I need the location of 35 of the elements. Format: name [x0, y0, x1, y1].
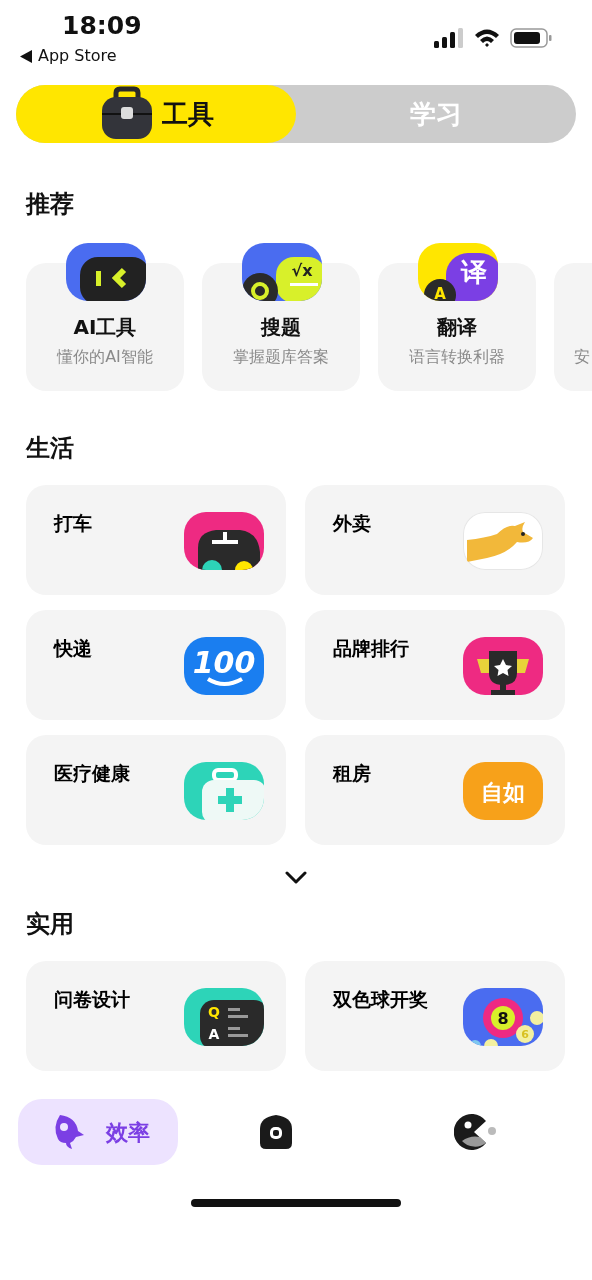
service-card[interactable]: 医疗健康: [26, 735, 286, 845]
signal-icon: [434, 28, 464, 48]
battery-icon: [510, 28, 552, 48]
wifi-icon: [474, 28, 500, 48]
back-icon: [20, 49, 32, 63]
qa-icon: Q A: [184, 988, 264, 1046]
delivery-logo-icon: 100: [184, 637, 264, 695]
lottery-balls-icon: 8 6: [463, 988, 543, 1046]
medical-kit-icon: [184, 762, 264, 820]
kangaroo-icon: [463, 512, 543, 570]
back-link[interactable]: App Store: [38, 46, 117, 66]
tool-card[interactable]: √x 搜题 掌握题库答案: [202, 243, 360, 391]
robot-face-icon: [66, 243, 146, 301]
nav-tab[interactable]: 效率: [18, 1099, 178, 1165]
service-card[interactable]: 品牌排行: [305, 610, 565, 720]
service-card[interactable]: 双色球开奖 8 6: [305, 961, 565, 1071]
service-card[interactable]: 快递 100: [26, 610, 286, 720]
section-title: 生活: [24, 433, 75, 464]
rent-logo-icon: 自如: [463, 762, 543, 820]
service-card[interactable]: 打车: [26, 485, 286, 595]
service-card[interactable]: 问卷设计 Q A: [26, 961, 286, 1071]
mode-tab[interactable]: 工具: [16, 85, 296, 143]
tool-card[interactable]: 译 A 翻译 语言转换利器: [378, 243, 536, 391]
trophy-icon: [463, 637, 543, 695]
tool-card[interactable]: AI工具 懂你的AI智能: [26, 243, 184, 391]
expand-chevron-icon[interactable]: [285, 871, 307, 885]
service-card[interactable]: 租房 自如: [305, 735, 565, 845]
section-title: 推荐: [24, 189, 75, 220]
translate-icon: 译 A: [418, 243, 498, 301]
pacman-icon: [454, 1111, 496, 1153]
status-time: 18:09: [62, 10, 142, 42]
car-icon: [184, 512, 264, 570]
service-card[interactable]: 外卖: [305, 485, 565, 595]
camera-math-icon: √x: [242, 243, 322, 301]
section-title: 实用: [25, 909, 75, 940]
